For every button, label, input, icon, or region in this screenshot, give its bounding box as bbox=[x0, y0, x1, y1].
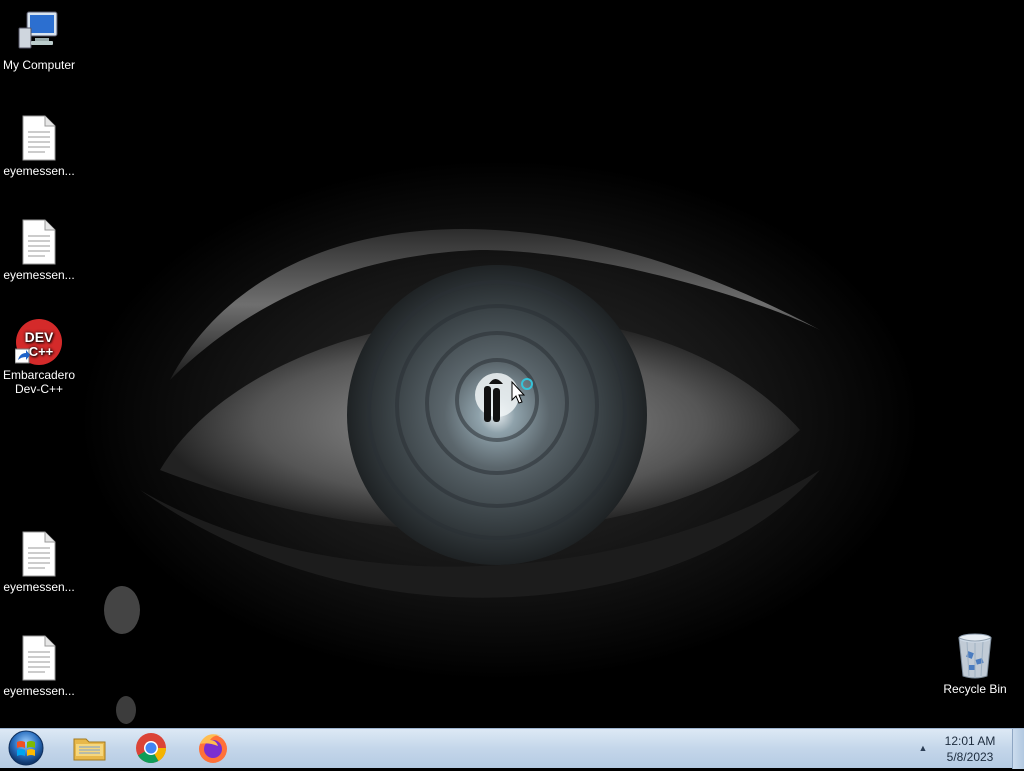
desktop-icon-label: eyemessen... bbox=[3, 164, 75, 178]
firefox-icon bbox=[199, 734, 227, 763]
text-file-icon bbox=[15, 530, 63, 578]
desktop-icon-label: eyemessen... bbox=[3, 580, 75, 594]
windows-start-orb-icon bbox=[8, 730, 44, 766]
taskbar-file-explorer-button[interactable] bbox=[67, 730, 111, 766]
taskbar-chrome-button[interactable] bbox=[129, 730, 173, 766]
system-tray: ▲ 12:01 AM 5/8/2023 bbox=[914, 729, 1024, 769]
eye-wallpaper bbox=[0, 0, 1024, 728]
file-explorer-icon bbox=[73, 738, 106, 761]
show-desktop-button[interactable] bbox=[1012, 729, 1024, 769]
desktop-icon-text-file[interactable]: eyemessen... bbox=[1, 634, 77, 698]
recycle-bin-icon bbox=[951, 632, 999, 680]
desktop-icon-text-file[interactable]: eyemessen... bbox=[1, 218, 77, 282]
chrome-icon bbox=[136, 733, 166, 764]
desktop-icon-label: Recycle Bin bbox=[943, 682, 1007, 696]
desktop-icon-label: eyemessen... bbox=[3, 268, 75, 282]
clock-date: 5/8/2023 bbox=[946, 750, 994, 764]
desktop-icon-text-file[interactable]: eyemessen... bbox=[1, 530, 77, 594]
clock-time: 12:01 AM bbox=[944, 734, 996, 748]
start-button[interactable] bbox=[6, 730, 46, 766]
computer-icon bbox=[15, 8, 63, 56]
taskbar: ▲ 12:01 AM 5/8/2023 bbox=[0, 728, 1024, 769]
desktop-icon-label: Embarcadero Dev-C++ bbox=[2, 368, 76, 396]
devcpp-shortcut-icon: DEV C++ bbox=[14, 318, 63, 366]
desktop-icon-text-file[interactable]: eyemessen... bbox=[1, 114, 77, 178]
svg-text:C++: C++ bbox=[29, 344, 54, 359]
desktop-icon-label: My Computer bbox=[2, 58, 76, 72]
text-file-icon bbox=[15, 634, 63, 682]
busy-cursor-icon bbox=[511, 378, 533, 404]
desktop-icon-recycle-bin[interactable]: Recycle Bin bbox=[937, 632, 1013, 696]
text-file-icon bbox=[15, 114, 63, 162]
desktop[interactable]: My Computer eyemessen... eyemessen... DE… bbox=[0, 0, 1024, 728]
desktop-icon-label: eyemessen... bbox=[3, 684, 75, 698]
clock[interactable]: 12:01 AM 5/8/2023 bbox=[938, 733, 1002, 765]
devcpp-icon-text: DEV bbox=[25, 329, 54, 345]
text-file-icon bbox=[15, 218, 63, 266]
desktop-icon-devcpp[interactable]: DEV C++ Embarcadero Dev-C++ bbox=[1, 318, 77, 396]
show-hidden-icons-arrow[interactable]: ▲ bbox=[916, 741, 930, 755]
taskbar-firefox-button[interactable] bbox=[191, 730, 235, 766]
desktop-icon-my-computer[interactable]: My Computer bbox=[1, 8, 77, 72]
